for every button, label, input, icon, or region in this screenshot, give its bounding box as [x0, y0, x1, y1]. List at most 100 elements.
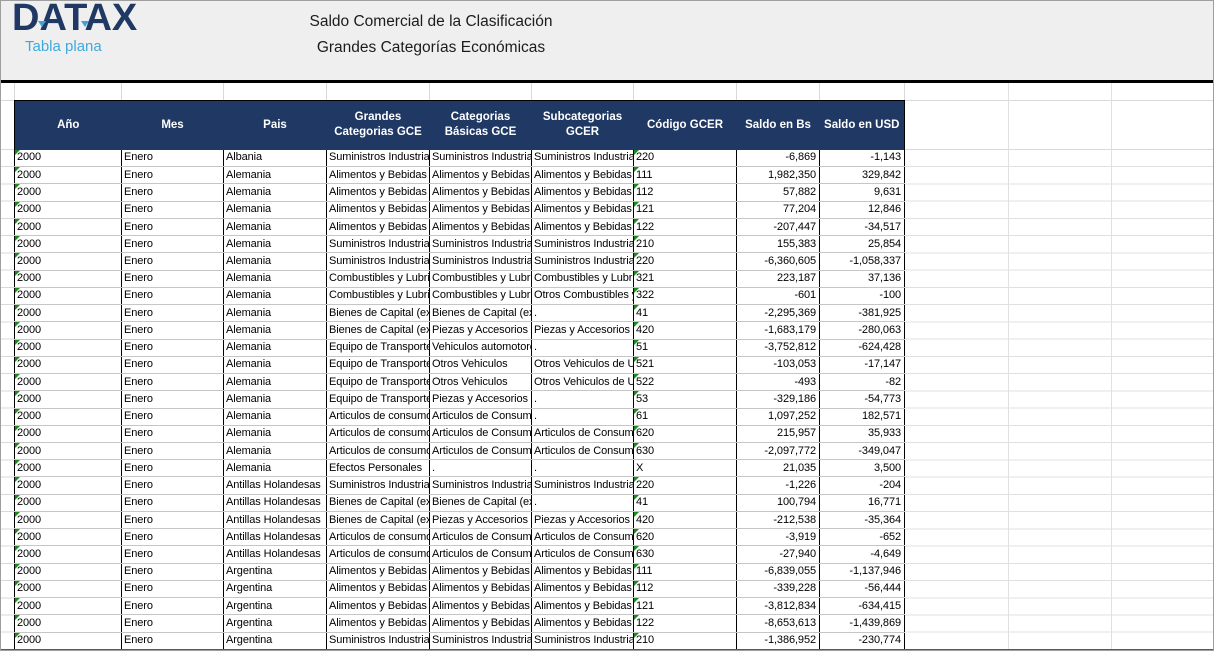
- cell-subcategorias[interactable]: .: [532, 494, 634, 511]
- cell-ano[interactable]: 2000: [15, 322, 122, 339]
- cell-mes[interactable]: Enero: [122, 494, 224, 511]
- cell-saldo-bs[interactable]: -103,053: [737, 356, 820, 373]
- cell-subcategorias[interactable]: Suministros Industrial: [532, 632, 634, 649]
- cell-grandes-categorias[interactable]: Equipo de Transporte: [327, 356, 430, 373]
- cell-saldo-usd[interactable]: -82: [820, 374, 905, 391]
- cell-grandes-categorias[interactable]: Combustibles y Lubri: [327, 270, 430, 287]
- column-header-subcategorias[interactable]: Subcategorias GCER: [532, 101, 634, 150]
- cell-ano[interactable]: 2000: [15, 270, 122, 287]
- cell-subcategorias[interactable]: .: [532, 339, 634, 356]
- cell-grandes-categorias[interactable]: Articulos de consumo: [327, 442, 430, 459]
- cell-codigo-gcer[interactable]: 41: [634, 305, 737, 322]
- column-header-saldo-usd[interactable]: Saldo en USD: [820, 101, 905, 150]
- cell-mes[interactable]: Enero: [122, 322, 224, 339]
- cell-grandes-categorias[interactable]: Equipo de Transporte: [327, 391, 430, 408]
- cell-saldo-bs[interactable]: 57,882: [737, 184, 820, 201]
- cell-mes[interactable]: Enero: [122, 253, 224, 270]
- cell-saldo-usd[interactable]: -1,058,337: [820, 253, 905, 270]
- cell-categorias-basicas[interactable]: Otros Vehiculos: [430, 374, 532, 391]
- cell-codigo-gcer[interactable]: 51: [634, 339, 737, 356]
- cell-mes[interactable]: Enero: [122, 236, 224, 253]
- cell-codigo-gcer[interactable]: 41: [634, 494, 737, 511]
- cell-subcategorias[interactable]: .: [532, 305, 634, 322]
- cell-ano[interactable]: 2000: [15, 442, 122, 459]
- cell-subcategorias[interactable]: Otros Vehiculos de U: [532, 356, 634, 373]
- cell-pais[interactable]: Alemania: [224, 442, 327, 459]
- cell-categorias-basicas[interactable]: Suministros Industrial: [430, 632, 532, 649]
- cell-subcategorias[interactable]: .: [532, 391, 634, 408]
- cell-codigo-gcer[interactable]: 220: [634, 477, 737, 494]
- cell-mes[interactable]: Enero: [122, 167, 224, 184]
- cell-saldo-bs[interactable]: 215,957: [737, 425, 820, 442]
- cell-ano[interactable]: 2000: [15, 184, 122, 201]
- cell-grandes-categorias[interactable]: Suministros Industrial: [327, 477, 430, 494]
- cell-codigo-gcer[interactable]: 420: [634, 511, 737, 528]
- cell-mes[interactable]: Enero: [122, 529, 224, 546]
- cell-grandes-categorias[interactable]: Articulos de consumo: [327, 425, 430, 442]
- cell-categorias-basicas[interactable]: Alimentos y Bebidas (: [430, 615, 532, 632]
- cell-saldo-usd[interactable]: -56,444: [820, 580, 905, 597]
- cell-grandes-categorias[interactable]: Efectos Personales: [327, 460, 430, 477]
- cell-mes[interactable]: Enero: [122, 339, 224, 356]
- cell-categorias-basicas[interactable]: Articulos de Consumo: [430, 408, 532, 425]
- cell-saldo-bs[interactable]: 100,794: [737, 494, 820, 511]
- cell-saldo-usd[interactable]: -34,517: [820, 218, 905, 235]
- cell-categorias-basicas[interactable]: Alimentos y Bebidas (: [430, 201, 532, 218]
- cell-ano[interactable]: 2000: [15, 615, 122, 632]
- cell-grandes-categorias[interactable]: Alimentos y Bebidas: [327, 201, 430, 218]
- cell-subcategorias[interactable]: Articulos de Consumo: [532, 425, 634, 442]
- cell-ano[interactable]: 2000: [15, 236, 122, 253]
- column-header-pais[interactable]: Pais: [224, 101, 327, 150]
- cell-pais[interactable]: Argentina: [224, 632, 327, 649]
- cell-pais[interactable]: Alemania: [224, 391, 327, 408]
- cell-codigo-gcer[interactable]: 122: [634, 615, 737, 632]
- cell-saldo-usd[interactable]: -381,925: [820, 305, 905, 322]
- cell-subcategorias[interactable]: Alimentos y Bebidas (: [532, 615, 634, 632]
- cell-saldo-usd[interactable]: -624,428: [820, 339, 905, 356]
- cell-saldo-usd[interactable]: 16,771: [820, 494, 905, 511]
- cell-subcategorias[interactable]: .: [532, 460, 634, 477]
- cell-pais[interactable]: Alemania: [224, 236, 327, 253]
- cell-mes[interactable]: Enero: [122, 511, 224, 528]
- cell-saldo-usd[interactable]: -100: [820, 287, 905, 304]
- cell-ano[interactable]: 2000: [15, 460, 122, 477]
- cell-mes[interactable]: Enero: [122, 580, 224, 597]
- cell-mes[interactable]: Enero: [122, 615, 224, 632]
- cell-ano[interactable]: 2000: [15, 632, 122, 649]
- cell-mes[interactable]: Enero: [122, 563, 224, 580]
- cell-ano[interactable]: 2000: [15, 598, 122, 615]
- cell-pais[interactable]: Alemania: [224, 253, 327, 270]
- cell-pais[interactable]: Alemania: [224, 460, 327, 477]
- cell-grandes-categorias[interactable]: Bienes de Capital (ex: [327, 305, 430, 322]
- cell-saldo-bs[interactable]: -6,360,605: [737, 253, 820, 270]
- column-header-ano[interactable]: Año: [15, 101, 122, 150]
- cell-grandes-categorias[interactable]: Articulos de consumo: [327, 408, 430, 425]
- cell-categorias-basicas[interactable]: Alimentos y Bebidas (: [430, 218, 532, 235]
- cell-codigo-gcer[interactable]: 112: [634, 184, 737, 201]
- cell-saldo-bs[interactable]: -329,186: [737, 391, 820, 408]
- cell-codigo-gcer[interactable]: 220: [634, 253, 737, 270]
- cell-saldo-bs[interactable]: 77,204: [737, 201, 820, 218]
- column-header-mes[interactable]: Mes: [122, 101, 224, 150]
- cell-saldo-usd[interactable]: 25,854: [820, 236, 905, 253]
- cell-categorias-basicas[interactable]: Alimentos y Bebidas (: [430, 167, 532, 184]
- cell-grandes-categorias[interactable]: Combustibles y Lubri: [327, 287, 430, 304]
- cell-saldo-usd[interactable]: 37,136: [820, 270, 905, 287]
- cell-codigo-gcer[interactable]: 121: [634, 598, 737, 615]
- cell-subcategorias[interactable]: .: [532, 408, 634, 425]
- cell-pais[interactable]: Alemania: [224, 184, 327, 201]
- cell-grandes-categorias[interactable]: Suministros Industrial: [327, 632, 430, 649]
- cell-saldo-usd[interactable]: -1,143: [820, 150, 905, 167]
- cell-pais[interactable]: Alemania: [224, 305, 327, 322]
- cell-subcategorias[interactable]: Articulos de Consumo: [532, 442, 634, 459]
- cell-codigo-gcer[interactable]: 61: [634, 408, 737, 425]
- cell-pais[interactable]: Argentina: [224, 563, 327, 580]
- cell-subcategorias[interactable]: Piezas y Accesorios: [532, 322, 634, 339]
- cell-ano[interactable]: 2000: [15, 287, 122, 304]
- cell-categorias-basicas[interactable]: Alimentos y Bebidas (: [430, 580, 532, 597]
- cell-pais[interactable]: Alemania: [224, 322, 327, 339]
- cell-grandes-categorias[interactable]: Suministros Industrial: [327, 236, 430, 253]
- cell-grandes-categorias[interactable]: Equipo de Transporte: [327, 374, 430, 391]
- cell-saldo-bs[interactable]: -27,940: [737, 546, 820, 563]
- cell-codigo-gcer[interactable]: 521: [634, 356, 737, 373]
